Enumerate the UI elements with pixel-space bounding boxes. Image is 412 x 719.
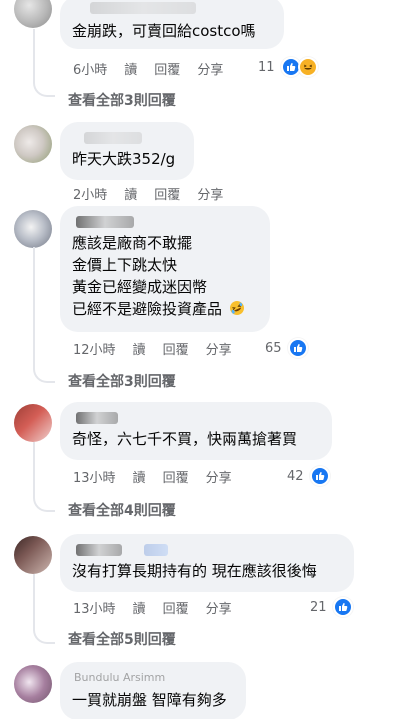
read-button[interactable]: 讀 — [124, 184, 137, 203]
comment-time[interactable]: 13小時 — [73, 598, 116, 617]
comment-item: 應該是廠商不敢擺 金價上下跳太快 黃金已經變成迷因幣 已經不是避險投資產品 12… — [0, 202, 412, 392]
author-name-text: Bundulu Arsimm — [74, 671, 166, 684]
author-name-redacted[interactable] — [72, 412, 318, 424]
comment-bubble: Bundulu Arsimm 一買就崩盤 智障有夠多 — [60, 662, 246, 719]
comment-bubble: 應該是廠商不敢擺 金價上下跳太快 黃金已經變成迷因幣 已經不是避險投資產品 — [60, 206, 270, 332]
like-icon — [309, 466, 330, 486]
avatar[interactable] — [14, 210, 52, 248]
reply-thread-line — [33, 247, 55, 383]
comment-item: 金崩跌，可賣回給costco嗎 6小時 讀 回覆 分享 11 查看全部3則回覆 — [0, 0, 412, 112]
author-name-redacted[interactable] — [72, 544, 340, 556]
avatar[interactable] — [14, 0, 52, 28]
comment-time[interactable]: 6小時 — [73, 59, 107, 78]
redacted-badge — [144, 544, 168, 556]
comment-text: 一買就崩盤 智障有夠多 — [72, 689, 232, 711]
comment-text-line: 一買就崩盤 智障有夠多 — [72, 691, 227, 709]
avatar[interactable] — [14, 404, 52, 442]
comment-text-segment: 已經不是避險投資產品 — [72, 300, 223, 318]
rofl-emoji-icon — [229, 301, 244, 315]
comment-time[interactable]: 13小時 — [73, 467, 116, 486]
view-replies-link[interactable]: 查看全部5則回覆 — [68, 629, 176, 649]
avatar[interactable] — [14, 536, 52, 574]
reply-button[interactable]: 回覆 — [163, 467, 189, 486]
view-replies-link[interactable]: 查看全部3則回覆 — [68, 371, 176, 391]
comment-text: 沒有打算長期持有的 現在應該很後悔 — [72, 560, 340, 582]
comment-actions: 6小時 讀 回覆 分享 — [73, 58, 223, 78]
read-button[interactable]: 讀 — [133, 467, 146, 486]
comment-text-line: 奇怪，六七千不買，快兩萬搶著買 — [72, 430, 298, 448]
share-button[interactable]: 分享 — [206, 598, 232, 617]
reaction-count: 21 — [310, 599, 327, 615]
reply-thread-line — [33, 574, 55, 644]
author-name-redacted[interactable] — [72, 216, 256, 228]
comment-text: 應該是廠商不敢擺 金價上下跳太快 黃金已經變成迷因幣 已經不是避險投資產品 — [72, 232, 256, 320]
comment-actions: 13小時 讀 回覆 分享 — [73, 466, 232, 486]
haha-icon — [297, 57, 318, 77]
reaction-summary[interactable]: 11 — [258, 57, 318, 77]
author-name-redacted[interactable] — [72, 2, 270, 14]
reply-thread-line — [33, 442, 55, 512]
share-button[interactable]: 分享 — [197, 59, 223, 78]
comment-time[interactable]: 12小時 — [73, 339, 116, 358]
read-button[interactable]: 讀 — [133, 598, 146, 617]
reply-button[interactable]: 回覆 — [154, 59, 180, 78]
comment-text: 金崩跌，可賣回給costco嗎 — [72, 20, 270, 42]
reply-button[interactable]: 回覆 — [163, 598, 189, 617]
share-button[interactable]: 分享 — [197, 184, 223, 203]
redacted-name-bar — [76, 544, 122, 556]
reaction-summary[interactable]: 65 — [265, 338, 308, 358]
comment-thread: 金崩跌，可賣回給costco嗎 6小時 讀 回覆 分享 11 查看全部3則回覆 — [0, 0, 412, 719]
like-icon — [332, 597, 353, 617]
comment-actions: 13小時 讀 回覆 分享 — [73, 597, 232, 617]
reply-button[interactable]: 回覆 — [154, 184, 180, 203]
comment-text: 昨天大跌352/g — [72, 148, 180, 170]
like-icon — [287, 338, 308, 358]
comment-text-line: 黃金已經變成迷因幣 — [72, 278, 208, 296]
comment-text-line: 已經不是避險投資產品 — [72, 298, 256, 320]
reaction-summary[interactable]: 42 — [287, 466, 330, 486]
share-button[interactable]: 分享 — [206, 339, 232, 358]
comment-bubble: 沒有打算長期持有的 現在應該很後悔 — [60, 534, 354, 592]
comment-text-line: 沒有打算長期持有的 現在應該很後悔 — [72, 562, 317, 580]
comment-bubble: 奇怪，六七千不買，快兩萬搶著買 — [60, 402, 332, 460]
comment-text-line: 金價上下跳太快 — [72, 256, 178, 274]
reply-button[interactable]: 回覆 — [163, 339, 189, 358]
redacted-name-bar — [76, 412, 118, 424]
comment-text: 奇怪，六七千不買，快兩萬搶著買 — [72, 428, 318, 450]
redacted-name-bar — [90, 2, 196, 14]
reaction-summary[interactable]: 21 — [310, 597, 353, 617]
reply-thread-line — [33, 29, 55, 97]
share-button[interactable]: 分享 — [206, 467, 232, 486]
comment-item: 奇怪，六七千不買，快兩萬搶著買 13小時 讀 回覆 分享 42 查看全部4則回覆 — [0, 396, 412, 528]
view-replies-link[interactable]: 查看全部4則回覆 — [68, 500, 176, 520]
redacted-name-bar — [76, 216, 134, 228]
comment-item: 沒有打算長期持有的 現在應該很後悔 13小時 讀 回覆 分享 21 查看全部5則… — [0, 528, 412, 658]
view-replies-link[interactable]: 查看全部3則回覆 — [68, 90, 176, 110]
reaction-count: 42 — [287, 468, 304, 484]
avatar[interactable] — [14, 665, 52, 703]
read-button[interactable]: 讀 — [124, 59, 137, 78]
comment-text-line: 應該是廠商不敢擺 — [72, 234, 193, 252]
comment-bubble: 昨天大跌352/g — [60, 122, 194, 180]
comment-item: Bundulu Arsimm 一買就崩盤 智障有夠多 — [0, 658, 412, 719]
redacted-name-bar — [84, 132, 142, 144]
author-name[interactable]: Bundulu Arsimm — [72, 671, 232, 684]
comment-item: 昨天大跌352/g 2小時 讀 回覆 分享 — [0, 118, 412, 210]
avatar[interactable] — [14, 125, 52, 163]
reaction-count: 11 — [258, 59, 275, 75]
comment-text-line: 金崩跌，可賣回給costco嗎 — [72, 22, 256, 40]
comment-bubble: 金崩跌，可賣回給costco嗎 — [60, 0, 284, 49]
reaction-count: 65 — [265, 340, 282, 356]
comment-actions: 12小時 讀 回覆 分享 — [73, 338, 232, 358]
comment-actions: 2小時 讀 回覆 分享 — [73, 183, 223, 203]
comment-time[interactable]: 2小時 — [73, 184, 107, 203]
read-button[interactable]: 讀 — [133, 339, 146, 358]
comment-text-line: 昨天大跌352/g — [72, 150, 176, 168]
author-name-redacted[interactable] — [72, 132, 180, 144]
